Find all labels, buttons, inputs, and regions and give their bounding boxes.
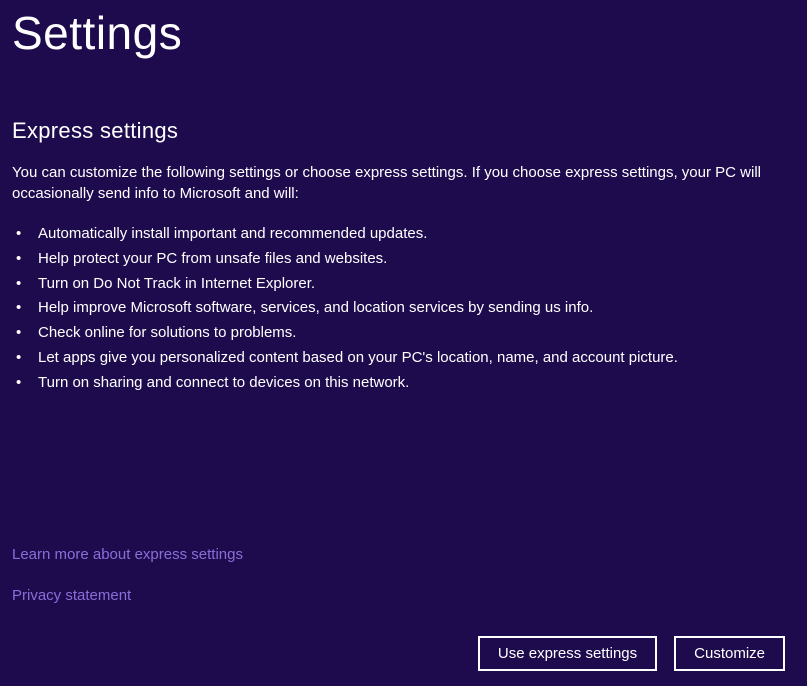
settings-bullet-list: Automatically install important and reco…: [12, 222, 795, 395]
bullet-item: Check online for solutions to problems.: [12, 321, 795, 346]
bullet-item: Automatically install important and reco…: [12, 222, 795, 247]
use-express-settings-button[interactable]: Use express settings: [478, 636, 657, 671]
bullet-item: Let apps give you personalized content b…: [12, 346, 795, 371]
button-row: Use express settings Customize: [478, 636, 785, 671]
bullet-item: Turn on sharing and connect to devices o…: [12, 371, 795, 396]
section-title: Express settings: [12, 118, 795, 144]
bullet-item: Help protect your PC from unsafe files a…: [12, 247, 795, 272]
settings-screen: Settings Express settings You can custom…: [0, 0, 807, 686]
description-text: You can customize the following settings…: [12, 162, 795, 204]
bullet-item: Turn on Do Not Track in Internet Explore…: [12, 272, 795, 297]
bullet-item: Help improve Microsoft software, service…: [12, 296, 795, 321]
links-section: Learn more about express settings Privac…: [12, 544, 243, 606]
customize-button[interactable]: Customize: [674, 636, 785, 671]
learn-more-link[interactable]: Learn more about express settings: [12, 544, 243, 565]
privacy-statement-link[interactable]: Privacy statement: [12, 585, 243, 606]
page-title: Settings: [12, 0, 795, 60]
